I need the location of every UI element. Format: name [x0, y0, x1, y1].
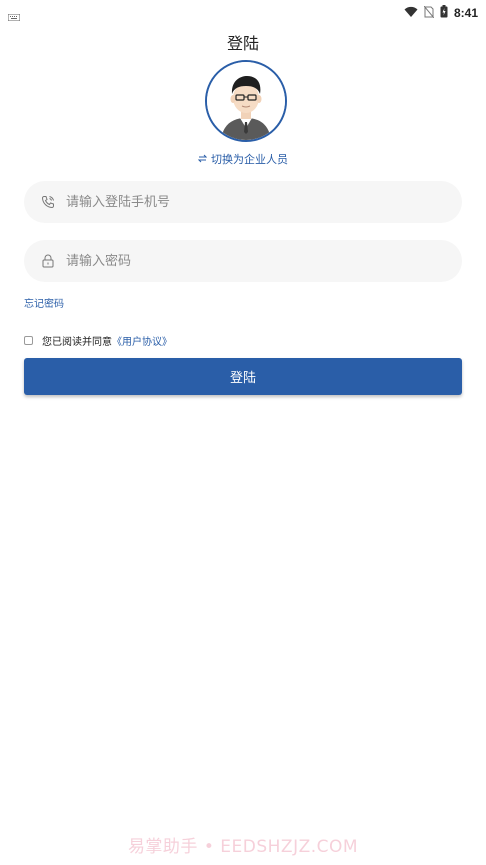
status-time: 8:41 [453, 5, 478, 20]
no-sim-icon [423, 3, 435, 22]
password-field-container[interactable] [24, 240, 462, 282]
phone-icon [40, 194, 56, 210]
page-title: 登陆 [226, 34, 259, 53]
avatar[interactable] [205, 60, 287, 142]
wifi-icon [404, 3, 418, 22]
agreement-text: 您已阅读并同意 [42, 337, 112, 348]
keyboard-icon [7, 6, 21, 25]
agreement-row: 您已阅读并同意 《用户协议》 [24, 333, 172, 348]
lock-icon [40, 253, 56, 269]
person-avatar-icon [207, 62, 285, 140]
phone-input[interactable] [64, 193, 428, 211]
status-bar: 8:41 [0, 0, 486, 22]
switch-to-enterprise-link[interactable]: 切换为企业人员 [0, 151, 486, 167]
swap-icon [197, 153, 208, 166]
battery-charging-icon [440, 3, 448, 22]
forgot-password-link[interactable]: 忘记密码 [24, 295, 64, 310]
user-agreement-link[interactable]: 《用户协议》 [112, 333, 172, 348]
password-input[interactable] [64, 252, 428, 270]
switch-to-enterprise-label: 切换为企业人员 [211, 153, 288, 166]
watermark: 易掌助手 • EEDSHZJZ.COM [127, 837, 359, 857]
login-button[interactable]: 登陆 [24, 358, 462, 395]
agreement-checkbox[interactable] [24, 336, 33, 345]
phone-field-container[interactable] [24, 181, 462, 223]
